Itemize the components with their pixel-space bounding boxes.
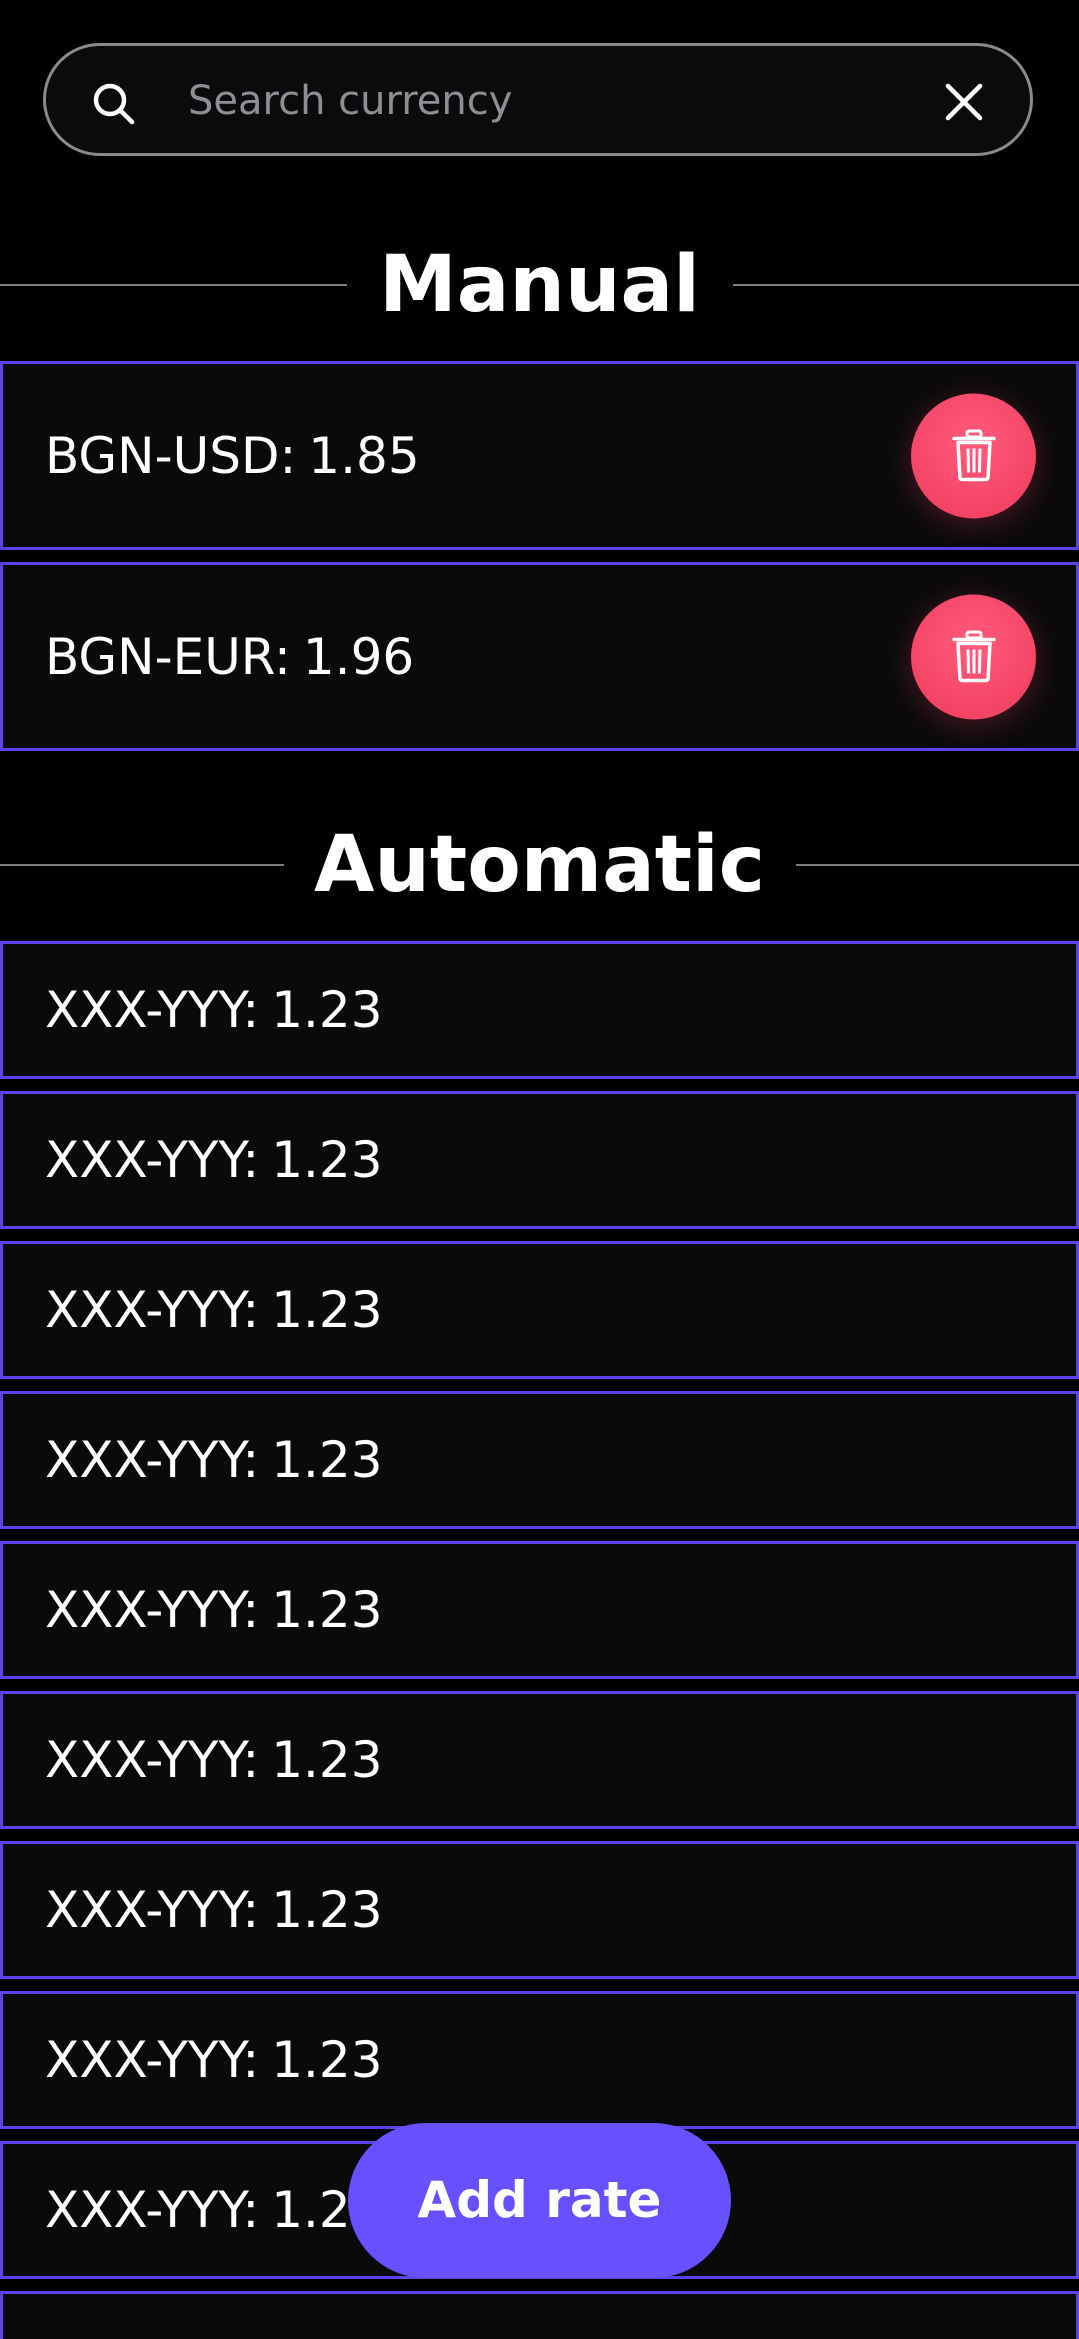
automatic-rate-row[interactable]: XXX-YYY: 1.23 bbox=[0, 1241, 1079, 1379]
rate-text: XXX-YYY: 1.23 bbox=[45, 1431, 383, 1489]
manual-section-header: Manual bbox=[0, 240, 1079, 330]
delete-rate-button[interactable] bbox=[911, 594, 1036, 719]
currency-pair: XXX-YYY: bbox=[45, 1131, 260, 1189]
currency-pair: XXX-YYY: bbox=[45, 1881, 260, 1939]
rate-text: BGN-USD: 1.85 bbox=[45, 427, 420, 485]
delete-rate-button[interactable] bbox=[911, 393, 1036, 518]
rate-value: 1.23 bbox=[271, 1881, 383, 1939]
trash-icon bbox=[952, 630, 996, 682]
automatic-rate-row[interactable]: XXX-YYY: 1.23 bbox=[0, 941, 1079, 1079]
rate-value: 1.96 bbox=[302, 627, 415, 686]
rate-text: XXX-YYY: 1.23 bbox=[45, 1131, 383, 1189]
automatic-section-title: Automatic bbox=[314, 820, 765, 910]
rate-value: 1.23 bbox=[271, 1281, 383, 1339]
currency-pair: XXX-YYY: bbox=[45, 981, 260, 1039]
currency-pair: XXX-YYY: bbox=[45, 1581, 260, 1639]
automatic-rate-row[interactable]: XXX-YYY: 1.23 bbox=[0, 1691, 1079, 1829]
rate-value: 1.23 bbox=[271, 1131, 383, 1189]
currency-pair: BGN-USD: bbox=[45, 426, 297, 485]
manual-section-title: Manual bbox=[379, 240, 700, 330]
automatic-section-header: Automatic bbox=[0, 820, 1079, 910]
rate-value: 1.23 bbox=[271, 1431, 383, 1489]
automatic-rate-row[interactable]: XXX-YYY: 1.23 bbox=[0, 1841, 1079, 1979]
currency-pair: XXX-YYY: bbox=[45, 2181, 260, 2239]
automatic-rate-row[interactable]: XXX-YYY: 1.23 bbox=[0, 1391, 1079, 1529]
currency-pair: XXX-YYY: bbox=[45, 1731, 260, 1789]
currency-rates-screen: Manual BGN-USD:1.85 BGN-EUR:1.96 bbox=[0, 0, 1079, 2339]
rate-text: XXX-YYY: 1.23 bbox=[45, 981, 383, 1039]
search-input[interactable] bbox=[186, 66, 950, 136]
rate-text: XXX-YYY: 1.23 bbox=[45, 2031, 383, 2089]
automatic-rate-row[interactable]: XXX-YYY: 1.23 bbox=[0, 1091, 1079, 1229]
rate-text bbox=[45, 2331, 57, 2339]
add-rate-button[interactable]: Add rate bbox=[348, 2123, 731, 2278]
rate-text: XXX-YYY: 1.23 bbox=[45, 1581, 383, 1639]
rate-text: BGN-EUR: 1.96 bbox=[45, 628, 414, 686]
currency-pair: XXX-YYY: bbox=[45, 1281, 260, 1339]
trash-icon bbox=[952, 429, 996, 481]
manual-rate-row[interactable]: BGN-USD: 1.85 bbox=[0, 361, 1079, 550]
search-bar[interactable] bbox=[43, 43, 1033, 156]
rate-value: 1.23 bbox=[271, 2031, 383, 2089]
automatic-rate-row[interactable]: XXX-YYY: 1.23 bbox=[0, 1991, 1079, 2129]
rate-value: 1.23 bbox=[271, 981, 383, 1039]
currency-pair: BGN-EUR: bbox=[45, 627, 291, 686]
rate-value: 1.85 bbox=[308, 426, 420, 485]
rate-text: XXX-YYY: 1.23 bbox=[45, 1881, 383, 1939]
close-icon[interactable] bbox=[944, 82, 984, 122]
rate-text: XXX-YYY: 1.23 bbox=[45, 1731, 383, 1789]
currency-pair: XXX-YYY: bbox=[45, 1431, 260, 1489]
manual-rate-row[interactable]: BGN-EUR: 1.96 bbox=[0, 562, 1079, 751]
rate-value: 1.23 bbox=[271, 1581, 383, 1639]
search-icon bbox=[93, 83, 135, 125]
rate-value: 1.23 bbox=[271, 1731, 383, 1789]
rate-text: XXX-YYY: 1.23 bbox=[45, 1281, 383, 1339]
rate-text: XXX-YYY: 1.23 bbox=[45, 2181, 383, 2239]
currency-pair: XXX-YYY: bbox=[45, 2031, 260, 2089]
automatic-rate-row[interactable]: XXX-YYY: 1.23 bbox=[0, 1541, 1079, 1679]
automatic-rate-row[interactable] bbox=[0, 2291, 1079, 2339]
